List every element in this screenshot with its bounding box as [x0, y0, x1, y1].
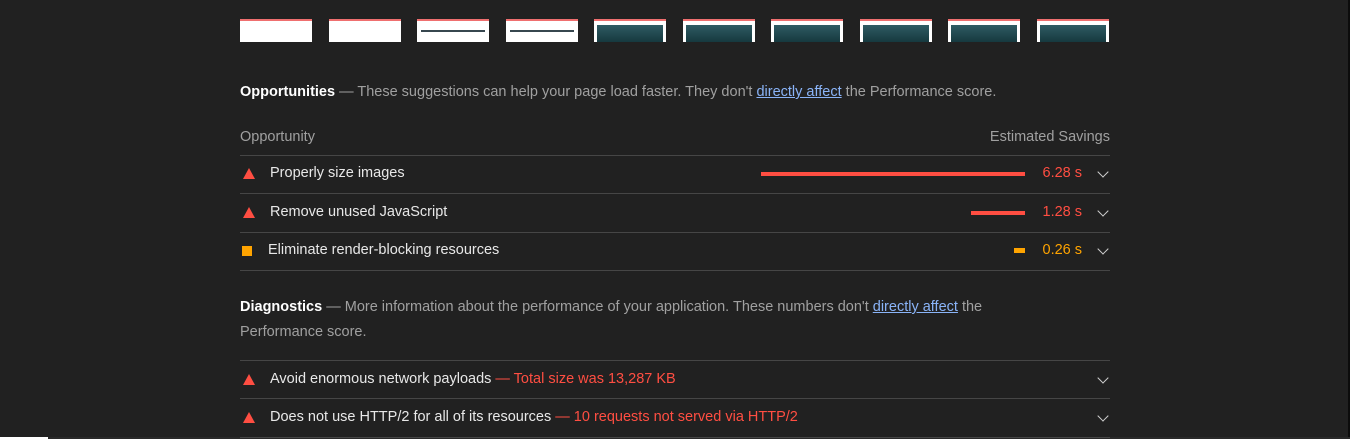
savings-bar — [971, 211, 1025, 215]
savings-value: 6.28 s — [1042, 165, 1083, 181]
diagnostic-title: Avoid enormous network payloads — [270, 371, 492, 387]
triangle-warning-icon — [243, 374, 255, 385]
diagnostic-detail: — 10 requests not served via HTTP/2 — [551, 409, 798, 425]
diagnostic-label: Does not use HTTP/2 for all of its resou… — [270, 409, 798, 425]
filmstrip-frame — [506, 19, 578, 42]
diagnostic-title: Does not use HTTP/2 for all of its resou… — [270, 409, 552, 425]
opportunities-column-header: Opportunity Estimated Savings — [240, 127, 1110, 156]
diagnostics-description-line2: Performance score. — [240, 324, 367, 340]
savings-bar — [761, 172, 1025, 176]
filmstrip — [240, 19, 1110, 43]
opportunities-header: Opportunities — These suggestions can he… — [240, 80, 1110, 105]
filmstrip-frame — [1037, 19, 1109, 42]
chevron-down-icon[interactable] — [1097, 243, 1109, 255]
audit-row-eliminate-render-blocking[interactable]: Eliminate render-blocking resources 0.26… — [240, 232, 1110, 271]
square-warning-icon — [242, 246, 252, 256]
audit-label: Properly size images — [270, 165, 405, 181]
triangle-warning-icon — [243, 412, 255, 423]
opportunities-title: Opportunities — [240, 84, 336, 100]
column-opportunity: Opportunity — [240, 129, 315, 145]
filmstrip-frame — [240, 19, 312, 42]
chevron-down-icon[interactable] — [1097, 410, 1109, 422]
filmstrip-frame — [329, 19, 401, 42]
directly-affect-link[interactable]: directly affect — [756, 84, 841, 100]
savings-value: 1.28 s — [1042, 204, 1083, 220]
audit-label: Remove unused JavaScript — [270, 204, 448, 220]
audit-row-properly-size-images[interactable]: Properly size images 6.28 s — [240, 155, 1110, 194]
diagnostics-description: — More information about the performance… — [322, 299, 873, 315]
diagnostic-label: Avoid enormous network payloads — Total … — [270, 371, 676, 387]
directly-affect-link[interactable]: directly affect — [873, 299, 958, 315]
filmstrip-frame — [771, 19, 843, 42]
audit-label: Eliminate render-blocking resources — [268, 242, 500, 258]
diagnostics-header: Diagnostics — More information about the… — [240, 295, 1110, 345]
filmstrip-frame — [417, 19, 489, 42]
audit-row-remove-unused-javascript[interactable]: Remove unused JavaScript 1.28 s — [240, 194, 1110, 233]
chevron-down-icon[interactable] — [1097, 205, 1109, 217]
opportunities-description: — These suggestions can help your page l… — [335, 84, 757, 100]
filmstrip-frame — [594, 19, 666, 42]
filmstrip-frame — [948, 19, 1020, 42]
column-estimated-savings: Estimated Savings — [989, 129, 1110, 145]
diagnostic-row-http2[interactable]: Does not use HTTP/2 for all of its resou… — [240, 399, 1110, 438]
chevron-down-icon[interactable] — [1097, 372, 1109, 384]
filmstrip-frame — [860, 19, 932, 42]
triangle-warning-icon — [243, 168, 255, 179]
diagnostics-title: Diagnostics — [240, 299, 323, 315]
chevron-down-icon[interactable] — [1097, 166, 1109, 178]
savings-bar — [1014, 248, 1025, 253]
savings-value: 0.26 s — [1042, 242, 1083, 258]
diagnostic-row-network-payloads[interactable]: Avoid enormous network payloads — Total … — [240, 361, 1110, 399]
filmstrip-frame — [683, 19, 755, 42]
diagnostic-detail: — Total size was 13,287 KB — [491, 371, 676, 387]
triangle-warning-icon — [243, 207, 255, 218]
opportunities-description-end: the Performance score. — [841, 84, 997, 100]
diagnostics-description-end: the — [957, 299, 983, 315]
